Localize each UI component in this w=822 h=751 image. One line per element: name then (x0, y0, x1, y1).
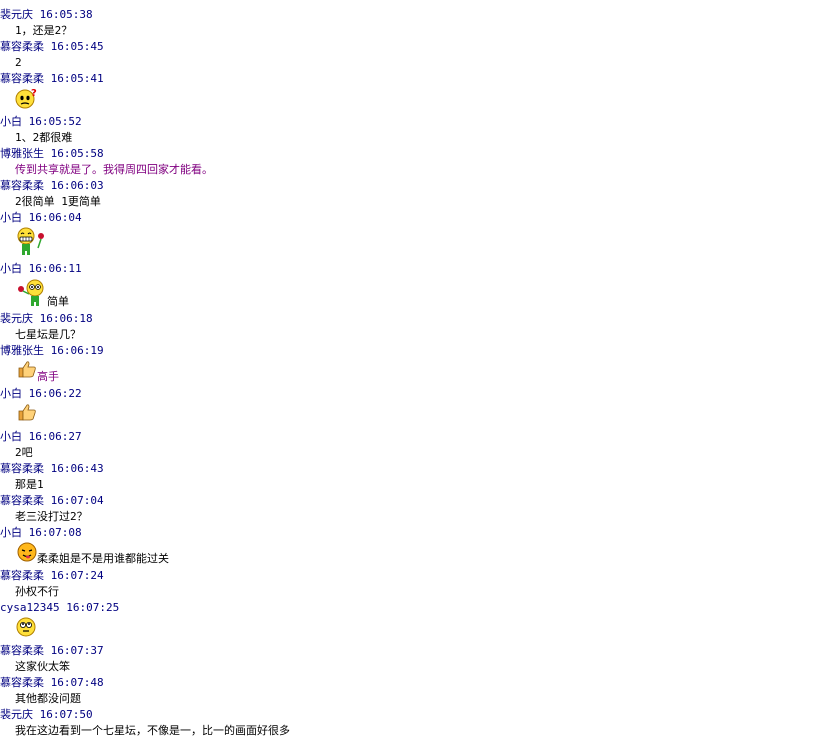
timestamp: 16:06:18 (39, 312, 93, 325)
sender-name: 慕容柔柔 (0, 494, 44, 507)
sender-name: 裴元庆 (0, 312, 33, 325)
message-text: 2很简单 1更简单 (15, 195, 101, 208)
sender-name: 慕容柔柔 (0, 644, 44, 657)
message-text: 2吧 (15, 446, 33, 459)
message-header: 博雅张生 16:05:58 (0, 146, 104, 162)
sender-name: 小白 (0, 262, 22, 275)
timestamp: 16:07:24 (50, 569, 104, 582)
message-text: 老三没打过2？ (15, 510, 88, 523)
timestamp: 16:06:22 (28, 387, 82, 400)
sender-name: 慕容柔柔 (0, 569, 44, 582)
rolling-eyes-icon (16, 617, 36, 637)
message-text: 柔柔姐是不是用谁都能过关 (37, 552, 169, 565)
sender-name: 慕容柔柔 (0, 676, 44, 689)
rose-giving-icon (15, 278, 47, 306)
message-header: 慕容柔柔 16:07:48 (0, 675, 104, 691)
sender-name: 博雅张生 (0, 147, 44, 160)
timestamp: 16:06:43 (50, 462, 104, 475)
sender-name: 裴元庆 (0, 708, 33, 721)
message-text: 高手 (37, 370, 59, 383)
timestamp: 16:06:11 (28, 262, 82, 275)
message-text: 1、2都很难 (15, 131, 73, 144)
timestamp: 16:05:41 (50, 72, 104, 85)
message-header: 慕容柔柔 16:05:45 (0, 39, 104, 55)
message-text: 这家伙太笨 (15, 660, 70, 673)
sender-name: 小白 (0, 430, 22, 443)
message-header: 慕容柔柔 16:07:04 (0, 493, 104, 509)
message-text: 其他都没问题 (15, 692, 81, 705)
message-text: 简单 (47, 295, 69, 308)
sender-name: 慕容柔柔 (0, 179, 44, 192)
message-header: 小白 16:05:52 (0, 114, 82, 130)
message-header: 裴元庆 16:05:38 (0, 7, 93, 23)
sender-name: 博雅张生 (0, 344, 44, 357)
sender-name: 小白 (0, 211, 22, 224)
message-text: 我在这边看到一个七星坛，不像是一，比一的画面好很多 (15, 724, 290, 737)
confused-question-icon: ? (15, 87, 37, 109)
message-header: 慕容柔柔 16:07:37 (0, 643, 104, 659)
thumbs-up-icon (17, 403, 37, 421)
message-text: 传到共享就是了。我得周四回家才能看。 (15, 163, 213, 176)
message-text: 1，还是2？ (15, 24, 73, 37)
timestamp: 16:06:03 (50, 179, 104, 192)
timestamp: 16:05:58 (50, 147, 104, 160)
timestamp: 16:05:38 (39, 8, 93, 21)
timestamp: 16:06:27 (28, 430, 82, 443)
timestamp: 16:05:52 (28, 115, 82, 128)
timestamp: 16:05:45 (50, 40, 104, 53)
message-header: 慕容柔柔 16:06:43 (0, 461, 104, 477)
message-header: 裴元庆 16:07:50 (0, 707, 93, 723)
sender-name: 小白 (0, 526, 22, 539)
sender-name: 裴元庆 (0, 8, 33, 21)
sender-name: cysa12345 (0, 601, 60, 614)
wink-tongue-icon (17, 542, 37, 562)
message-header: 慕容柔柔 16:06:03 (0, 178, 104, 194)
message-header: 小白 16:07:08 (0, 525, 82, 541)
sender-name: 小白 (0, 115, 22, 128)
message-text: 七星坛是几？ (15, 328, 81, 341)
thumbs-up-icon (17, 360, 37, 378)
message-header: 慕容柔柔 16:07:24 (0, 568, 104, 584)
timestamp: 16:07:50 (39, 708, 93, 721)
timestamp: 16:07:04 (50, 494, 104, 507)
message-header: 小白 16:06:27 (0, 429, 82, 445)
message-header: cysa12345 16:07:25 (0, 600, 119, 616)
timestamp: 16:06:19 (50, 344, 104, 357)
message-header: 小白 16:06:22 (0, 386, 82, 402)
timestamp: 16:07:08 (28, 526, 82, 539)
sender-name: 慕容柔柔 (0, 462, 44, 475)
message-header: 博雅张生 16:06:19 (0, 343, 104, 359)
message-text: 2 (15, 56, 22, 69)
sender-name: 慕容柔柔 (0, 72, 44, 85)
message-header: 小白 16:06:11 (0, 261, 82, 277)
timestamp: 16:06:04 (28, 211, 82, 224)
sender-name: 慕容柔柔 (0, 40, 44, 53)
message-header: 小白 16:06:04 (0, 210, 82, 226)
timestamp: 16:07:48 (50, 676, 104, 689)
svg-text:?: ? (31, 88, 37, 99)
timestamp: 16:07:25 (66, 601, 120, 614)
sender-name: 小白 (0, 387, 22, 400)
message-text: 那是1 (15, 478, 44, 491)
grinning-flower-icon (14, 226, 48, 256)
message-text: 孙权不行 (15, 585, 59, 598)
timestamp: 16:07:37 (50, 644, 104, 657)
message-header: 裴元庆 16:06:18 (0, 311, 93, 327)
message-header: 慕容柔柔 16:05:41 (0, 71, 104, 87)
